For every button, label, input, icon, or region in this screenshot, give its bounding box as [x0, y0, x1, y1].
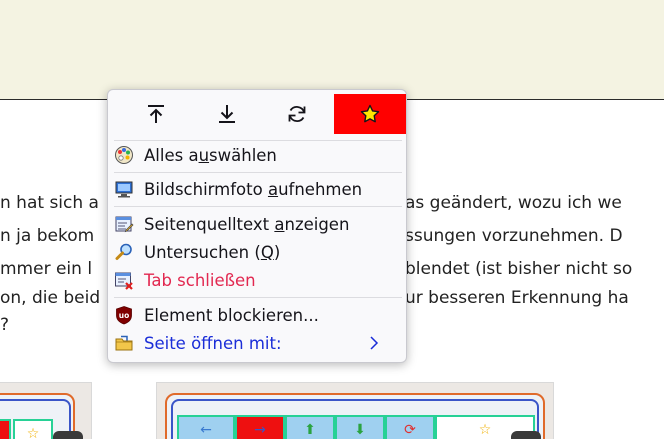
thumbnail-overlay-chip	[53, 431, 83, 439]
thumbnail-cell-reload: ⟳	[385, 415, 435, 439]
article-line-4-left: on, die beid	[0, 288, 101, 308]
thumbnail-inner-frame: ← → ⬆ ⬇ ⟳ ☆	[171, 399, 539, 439]
menu-item-label: Untersuchen (Q)	[144, 242, 281, 262]
article-line-1-right: as geändert, wozu ich we	[405, 193, 622, 213]
article-line-5: ?	[0, 315, 10, 335]
thumbnail-cell-forward: →	[235, 415, 285, 439]
menu-item-label: Alles auswählen	[144, 145, 277, 165]
palette-icon	[114, 145, 134, 165]
menu-separator	[114, 206, 402, 207]
article-line-3-left: mmer ein l	[0, 259, 93, 279]
menu-separator	[114, 172, 402, 173]
close-tab-icon	[114, 270, 134, 290]
star-icon	[360, 104, 380, 123]
thumbnail-cell-down: ⬇	[335, 415, 385, 439]
menu-item-view-source[interactable]: Seitenquelltext anzeigen	[112, 211, 404, 237]
menu-separator	[114, 140, 402, 141]
article-line-3-right: blendet (ist bisher nicht so	[405, 259, 633, 279]
reload-icon	[288, 106, 306, 122]
bookmark-button[interactable]	[334, 94, 406, 134]
menu-item-block-element[interactable]: uo Element blockieren...	[112, 302, 404, 328]
thumbnail-cell-red	[0, 419, 11, 439]
scroll-bottom-button[interactable]	[209, 94, 245, 134]
context-menu: Alles auswählen Bildschirmfoto aufnehmen…	[107, 89, 407, 363]
svg-text:uo: uo	[119, 311, 130, 320]
article-line-1-left: n hat sich a	[0, 193, 99, 213]
menu-item-label: Bildschirmfoto aufnehmen	[144, 179, 363, 199]
scroll-bottom-icon	[219, 105, 235, 123]
screenshot-thumbnail-left[interactable]: ☆	[0, 382, 92, 439]
open-with-icon	[114, 333, 134, 353]
article-line-2-right: ssungen vorzunehmen. D	[405, 226, 623, 246]
scroll-top-button[interactable]	[138, 94, 174, 134]
chevron-right-icon	[370, 336, 379, 350]
thumbnail-cell-back: ←	[177, 415, 235, 439]
menu-separator	[114, 297, 402, 298]
screenshot-icon	[114, 179, 134, 199]
article-line-4-right: ur besseren Erkennung ha	[405, 288, 629, 308]
thumbnail-frame: ← → ⬆ ⬇ ⟳ ☆	[165, 393, 545, 439]
scroll-top-icon	[148, 105, 164, 123]
menu-item-label: Element blockieren...	[144, 305, 319, 325]
article-line-2-left: n ja bekom	[0, 226, 95, 246]
thumbnail-cell-star: ☆	[13, 419, 53, 439]
thumbnail-overlay-chip	[511, 431, 541, 439]
context-menu-navigation	[112, 94, 406, 134]
menu-item-select-all[interactable]: Alles auswählen	[112, 142, 404, 168]
reload-button[interactable]	[279, 94, 315, 134]
page-header-band	[0, 0, 664, 100]
screenshot-thumbnail-right[interactable]: ← → ⬆ ⬇ ⟳ ☆	[156, 382, 554, 439]
menu-item-open-with[interactable]: Seite öffnen mit:	[112, 330, 404, 356]
menu-item-label: Seitenquelltext anzeigen	[144, 214, 350, 234]
thumbnail-cell-up: ⬆	[285, 415, 335, 439]
menu-item-label: Tab schließen	[144, 270, 256, 290]
magnifier-icon	[114, 242, 134, 262]
thumbnail-toolbar: ← → ⬆ ⬇ ⟳ ☆	[177, 415, 535, 439]
menu-item-screenshot[interactable]: Bildschirmfoto aufnehmen	[112, 176, 404, 202]
view-source-icon	[114, 214, 134, 234]
menu-item-label: Seite öffnen mit:	[144, 333, 282, 353]
ublock-icon: uo	[114, 305, 134, 325]
menu-item-close-tab[interactable]: Tab schließen	[112, 267, 404, 293]
menu-item-inspect[interactable]: Untersuchen (Q)	[112, 239, 404, 265]
